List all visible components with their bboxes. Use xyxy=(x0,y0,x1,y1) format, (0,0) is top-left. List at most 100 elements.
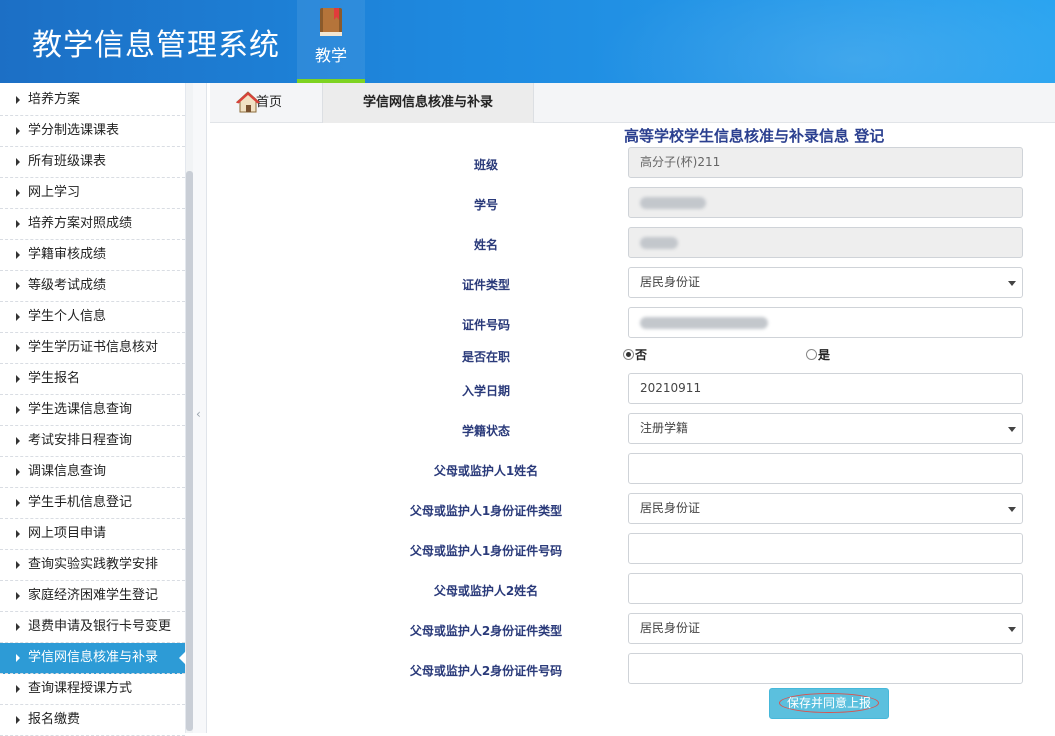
caret-right-icon xyxy=(16,96,20,104)
redacted-value xyxy=(640,316,768,329)
id-number-label: 证件号码 xyxy=(461,318,510,332)
employed-label: 是否在职 xyxy=(461,350,510,364)
sidebar-item[interactable]: 学信网信息核准与补录 xyxy=(0,643,186,674)
caret-right-icon xyxy=(16,530,20,538)
sidebar-item-label: 家庭经济困难学生登记 xyxy=(28,588,159,603)
sidebar-item[interactable]: 学生个人信息 xyxy=(0,302,185,333)
sidebar-item[interactable]: 考试安排日程查询 xyxy=(0,426,185,457)
save-button-label: 保存并同意上报 xyxy=(778,693,879,713)
sidebar-item-label: 查询课程授课方式 xyxy=(28,681,133,696)
sidebar-item[interactable]: 调课信息查询 xyxy=(0,457,185,488)
redacted-value xyxy=(640,196,706,209)
sidebar-item[interactable]: 查询实验实践教学安排 xyxy=(0,550,185,581)
sidebar-item-label: 网上项目申请 xyxy=(28,526,107,541)
chevron-left-icon[interactable]: ‹ xyxy=(196,408,204,420)
guardian2-name-field[interactable] xyxy=(628,573,1023,604)
sidebar-item[interactable]: 退费申请及银行卡号变更 xyxy=(0,612,185,643)
guardian2-idnum-label: 父母或监护人2身份证件号码 xyxy=(409,664,563,678)
sidebar-item[interactable]: 学生手机信息登记 xyxy=(0,488,185,519)
student-id-field xyxy=(628,187,1023,218)
sidebar-item[interactable]: 所有班级课表 xyxy=(0,147,185,178)
caret-right-icon xyxy=(16,313,20,321)
sidebar-item[interactable]: 网上项目申请 xyxy=(0,519,185,550)
employed-no-option[interactable]: 否 xyxy=(623,346,647,363)
sidebar-item-label: 学生报名 xyxy=(28,371,81,386)
tab-home[interactable]: 首页 xyxy=(228,83,322,123)
sidebar-item[interactable]: 报名缴费 xyxy=(0,705,185,736)
caret-right-icon xyxy=(16,623,20,631)
sidebar-item-label: 学生选课信息查询 xyxy=(28,402,133,417)
caret-right-icon xyxy=(16,468,20,476)
sidebar-item[interactable]: 家庭经济困难学生登记 xyxy=(0,581,185,612)
status-label: 学籍状态 xyxy=(461,424,510,438)
caret-right-icon xyxy=(16,592,20,600)
employed-yes-radio[interactable] xyxy=(806,349,817,360)
sidebar-item[interactable]: 培养方案 xyxy=(0,85,185,116)
save-and-report-button[interactable]: 保存并同意上报 xyxy=(769,688,889,719)
student-id-label: 学号 xyxy=(473,198,498,212)
guardian2-idtype-select[interactable]: 居民身份证 xyxy=(628,613,1023,644)
nav-tab-label: 教学 xyxy=(314,46,347,65)
enroll-date-field[interactable]: 20210911 xyxy=(628,373,1023,404)
sidebar-item[interactable]: 学分制选课课表 xyxy=(0,116,185,147)
id-number-field[interactable] xyxy=(628,307,1023,338)
book-icon xyxy=(320,8,342,36)
guardian1-idnum-field[interactable] xyxy=(628,533,1023,564)
sidebar: 培养方案学分制选课课表 所有班级课表 网上学习培养方案对照成绩学籍审核成绩等级考试成… xyxy=(0,83,186,736)
sidebar-item[interactable]: 等级考试成绩 xyxy=(0,271,185,302)
nav-tab-teaching[interactable]: 教学 xyxy=(297,0,365,83)
redacted-value xyxy=(640,236,678,249)
employed-yes-option[interactable]: 是 xyxy=(806,346,830,363)
sidebar-item-label: 退费申请及银行卡号变更 xyxy=(28,619,172,634)
sidebar-item-label: 培养方案 xyxy=(28,92,81,107)
guardian1-name-label: 父母或监护人1姓名 xyxy=(433,464,539,478)
employed-no-text: 否 xyxy=(635,348,648,362)
sidebar-item[interactable]: 学生报名 xyxy=(0,364,185,395)
sidebar-item-label: 调课信息查询 xyxy=(28,464,107,479)
guardian1-idtype-label: 父母或监护人1身份证件类型 xyxy=(409,504,563,518)
sidebar-item-label: 所有班级课表 xyxy=(28,154,107,169)
sidebar-item-label: 学生个人信息 xyxy=(28,309,107,324)
guardian1-idtype-select[interactable]: 居民身份证 xyxy=(628,493,1023,524)
app-header: 教学信息管理系统 教学 xyxy=(0,0,1055,83)
class-label: 班级 xyxy=(473,158,498,172)
caret-right-icon xyxy=(16,189,20,197)
sidebar-item-label: 学籍审核成绩 xyxy=(28,247,107,262)
sidebar-scrollbar[interactable] xyxy=(186,83,193,733)
sidebar-item-label: 考试安排日程查询 xyxy=(28,433,133,448)
status-select[interactable]: 注册学籍 xyxy=(628,413,1023,444)
sidebar-item-label: 报名缴费 xyxy=(28,712,81,727)
guardian1-name-field[interactable] xyxy=(628,453,1023,484)
id-type-label: 证件类型 xyxy=(461,278,510,292)
sidebar-item-label: 学分制选课课表 xyxy=(28,123,120,138)
caret-right-icon xyxy=(16,158,20,166)
sidebar-item[interactable]: 网上学习 xyxy=(0,178,185,209)
sidebar-item[interactable]: 培养方案对照成绩 xyxy=(0,209,185,240)
guardian1-idnum-label: 父母或监护人1身份证件号码 xyxy=(409,544,563,558)
caret-right-icon xyxy=(16,716,20,724)
sidebar-splitter[interactable]: ‹ xyxy=(193,83,207,733)
caret-right-icon xyxy=(16,685,20,693)
employed-no-radio[interactable] xyxy=(623,349,634,360)
caret-right-icon xyxy=(16,561,20,569)
sidebar-item-label: 查询实验实践教学安排 xyxy=(28,557,159,572)
caret-right-icon xyxy=(16,220,20,228)
sidebar-scroll-thumb[interactable] xyxy=(186,171,193,731)
name-field xyxy=(628,227,1023,258)
guardian2-idnum-field[interactable] xyxy=(628,653,1023,684)
tab-xuexin[interactable]: 学信网信息核准与补录 xyxy=(322,83,534,123)
guardian2-idtype-label: 父母或监护人2身份证件类型 xyxy=(409,624,563,638)
employed-yes-text: 是 xyxy=(818,348,831,362)
sidebar-item[interactable]: 学籍审核成绩 xyxy=(0,240,185,271)
caret-right-icon xyxy=(16,251,20,259)
enroll-date-label: 入学日期 xyxy=(461,384,510,398)
caret-right-icon xyxy=(16,654,20,662)
sidebar-item[interactable]: 学生学历证书信息核对 xyxy=(0,333,185,364)
id-type-select[interactable]: 居民身份证 xyxy=(628,267,1023,298)
sidebar-item-label: 网上学习 xyxy=(28,185,81,200)
sidebar-item[interactable]: 查询课程授课方式 xyxy=(0,674,185,705)
app-title: 教学信息管理系统 xyxy=(32,28,280,63)
caret-right-icon xyxy=(16,282,20,290)
sidebar-item-label: 学生学历证书信息核对 xyxy=(28,340,159,355)
sidebar-item[interactable]: 学生选课信息查询 xyxy=(0,395,185,426)
